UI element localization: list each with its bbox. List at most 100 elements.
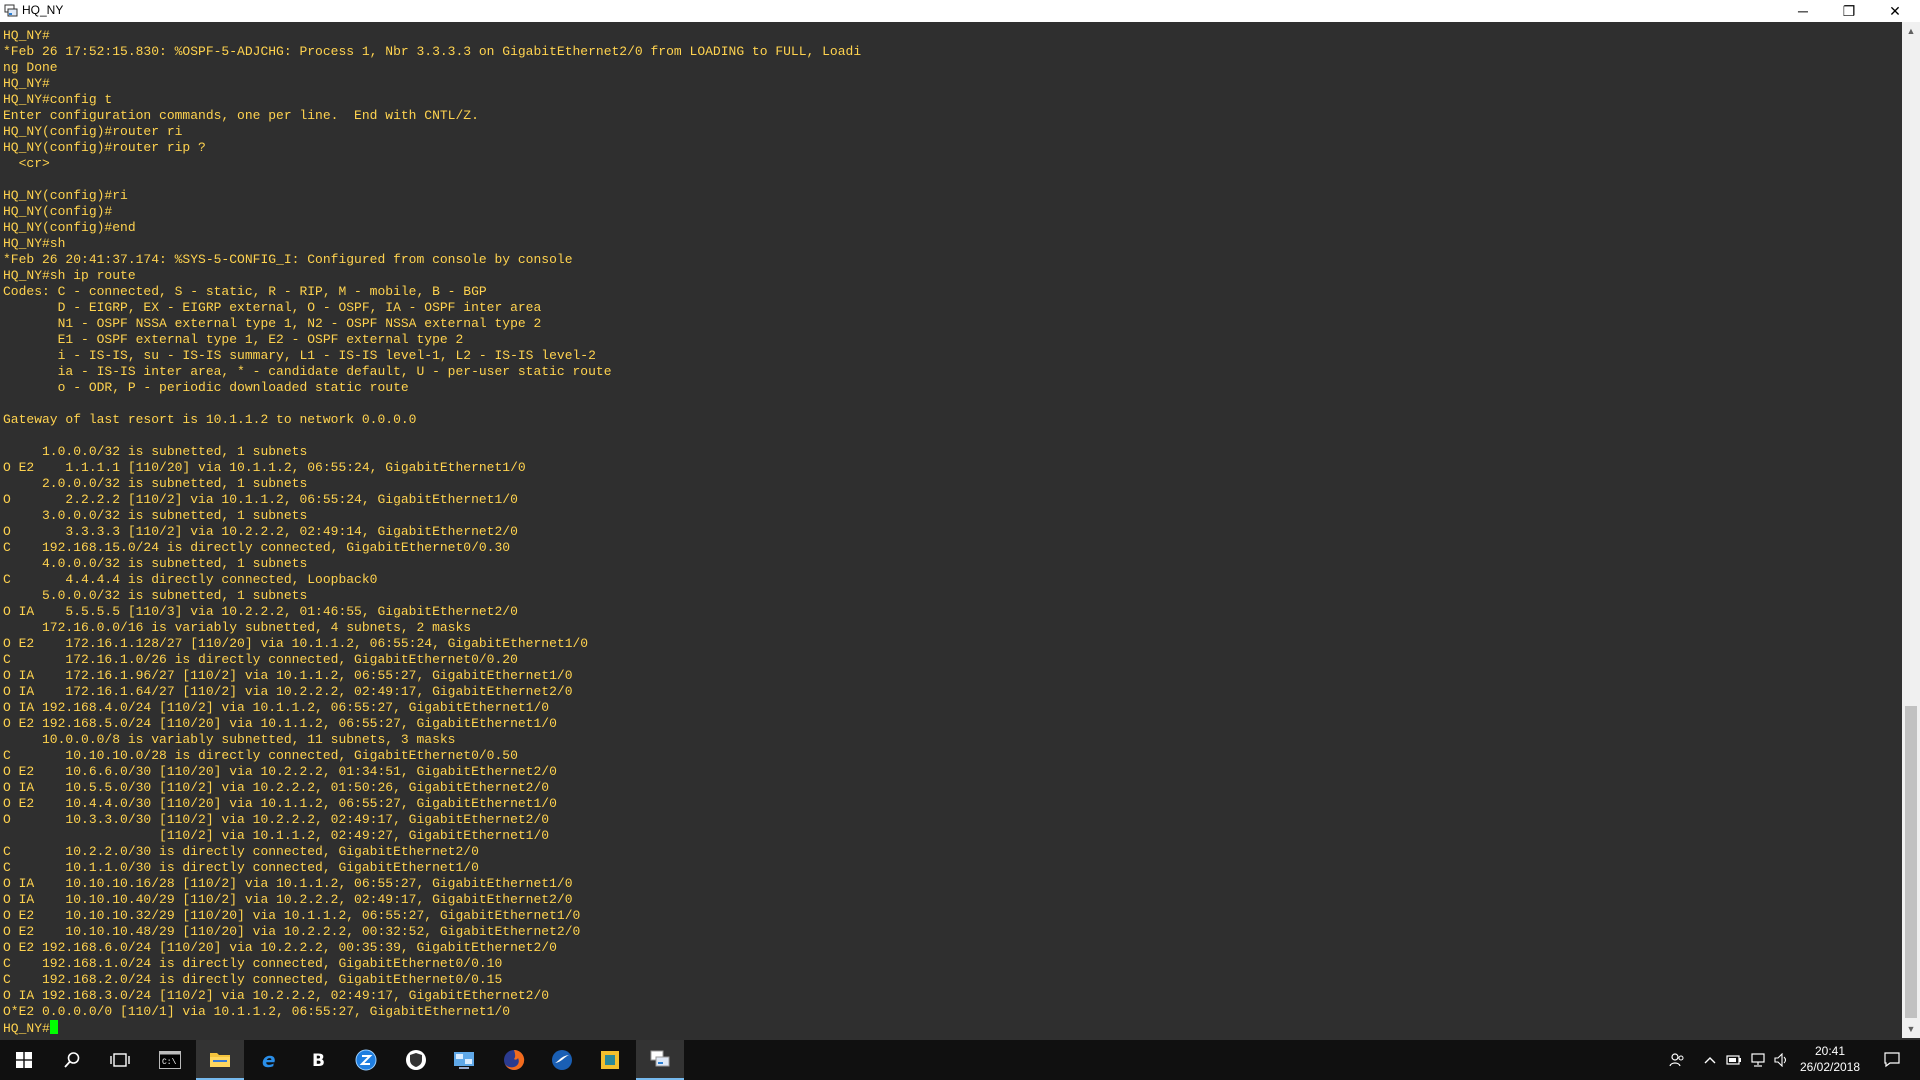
chevron-up-icon <box>1704 1057 1716 1064</box>
terminal-lines: HQ_NY# *Feb 26 17:52:15.830: %OSPF-5-ADJ… <box>3 28 861 1019</box>
terminal-line: O IA 10.10.10.40/29 [110/2] via 10.2.2.2… <box>3 892 573 907</box>
minimize-button[interactable]: ─ <box>1780 0 1826 22</box>
terminal-line: HQ_NY(config)#router ri <box>3 124 183 139</box>
terminal-line: 5.0.0.0/32 is subnetted, 1 subnets <box>3 588 308 603</box>
vertical-scrollbar[interactable]: ▲ ▼ <box>1902 22 1920 1038</box>
chevron-down-icon: ▼ <box>1906 1024 1916 1034</box>
close-icon: ✕ <box>1889 2 1901 19</box>
battery-icon <box>1726 1055 1741 1065</box>
terminal-line: C 192.168.1.0/24 is directly connected, … <box>3 956 503 971</box>
terminal-line: <cr> <box>3 156 50 171</box>
terminal-line: O E2 192.168.6.0/24 [110/20] via 10.2.2.… <box>3 940 557 955</box>
b-app-icon: B <box>312 1051 325 1071</box>
show-hidden-icons-button[interactable] <box>1700 1040 1720 1080</box>
terminal-line: 2.0.0.0/32 is subnetted, 1 subnets <box>3 476 308 491</box>
search-button[interactable] <box>48 1040 96 1080</box>
terminal-line: HQ_NY#config t <box>3 92 113 107</box>
terminal-line: HQ_NY(config)#ri <box>3 188 128 203</box>
start-button[interactable] <box>0 1040 48 1080</box>
terminal-line: 172.16.0.0/16 is variably subnetted, 4 s… <box>3 620 472 635</box>
taskbar-clock[interactable]: 20:41 26/02/2018 <box>1794 1043 1866 1075</box>
text-cursor <box>49 1020 58 1034</box>
restore-button[interactable]: ❐ <box>1826 0 1872 22</box>
terminal-line: ng Done <box>3 60 58 75</box>
terminal-line: o - ODR, P - periodic downloaded static … <box>3 380 409 395</box>
terminal-line: HQ_NY(config)# <box>3 204 113 219</box>
task-view-icon <box>110 1053 130 1067</box>
terminal-line: ia - IS-IS inter area, * - candidate def… <box>3 364 612 379</box>
terminal-line: C 192.168.2.0/24 is directly connected, … <box>3 972 503 987</box>
terminal-line: O IA 10.10.10.16/28 [110/2] via 10.1.1.2… <box>3 876 573 891</box>
terminal-line: O E2 10.10.10.32/29 [110/20] via 10.1.1.… <box>3 908 581 923</box>
taskbar-blue-circle-app[interactable] <box>342 1040 390 1080</box>
firefox-icon <box>504 1049 525 1070</box>
terminal-line: HQ_NY(config)#end <box>3 220 136 235</box>
taskbar-network-app[interactable] <box>440 1040 488 1080</box>
terminal-line: O 3.3.3.3 [110/2] via 10.2.2.2, 02:49:14… <box>3 524 518 539</box>
scrollbar-thumb[interactable] <box>1905 706 1917 1018</box>
people-icon <box>1669 1053 1684 1067</box>
shield-app-icon <box>406 1050 426 1070</box>
terminal-output[interactable]: HQ_NY# *Feb 26 17:52:15.830: %OSPF-5-ADJ… <box>0 22 1902 1037</box>
speaker-icon <box>1774 1053 1787 1067</box>
terminal-line: O E2 172.16.1.128/27 [110/20] via 10.1.1… <box>3 636 589 651</box>
terminal-line: *Feb 26 20:41:37.174: %SYS-5-CONFIG_I: C… <box>3 252 573 267</box>
taskbar-terminal-session[interactable] <box>636 1040 684 1080</box>
clock-time: 20:41 <box>1814 1044 1846 1058</box>
edge-browser-icon: e <box>262 1049 276 1071</box>
volume-button[interactable] <box>1772 1040 1792 1080</box>
minimize-icon: ─ <box>1798 3 1808 19</box>
taskbar-shield-app[interactable] <box>392 1040 440 1080</box>
network-status-button[interactable] <box>1748 1040 1768 1080</box>
terminal-line: O 10.3.3.0/30 [110/2] via 10.2.2.2, 02:4… <box>3 812 550 827</box>
yellow-app-icon <box>601 1051 619 1069</box>
task-view-button[interactable] <box>96 1040 144 1080</box>
terminal-line: i - IS-IS, su - IS-IS summary, L1 - IS-I… <box>3 348 596 363</box>
terminal-line: O IA 10.5.5.0/30 [110/2] via 10.2.2.2, 0… <box>3 780 550 795</box>
taskbar-wireshark[interactable] <box>538 1040 586 1080</box>
terminal-window[interactable]: HQ_NY# *Feb 26 17:52:15.830: %OSPF-5-ADJ… <box>0 22 1902 1038</box>
terminal-line: HQ_NY# <box>3 76 50 91</box>
window-title-bar[interactable]: HQ_NY ─ ❐ ✕ <box>0 0 1920 23</box>
scroll-up-button[interactable]: ▲ <box>1902 22 1920 40</box>
terminal-line: *Feb 26 17:52:15.830: %OSPF-5-ADJCHG: Pr… <box>3 44 862 59</box>
terminal-line: D - EIGRP, EX - EIGRP external, O - OSPF… <box>3 300 542 315</box>
taskbar-b-app[interactable]: B <box>294 1040 342 1080</box>
terminal-line: C 10.1.1.0/30 is directly connected, Gig… <box>3 860 479 875</box>
svg-text:B: B <box>312 1051 325 1071</box>
blue-circle-app-icon <box>355 1049 377 1071</box>
terminal-line: HQ_NY(config)#router rip ? <box>3 140 206 155</box>
terminal-line: O IA 5.5.5.5 [110/3] via 10.2.2.2, 01:46… <box>3 604 518 619</box>
terminal-line: O E2 10.4.4.0/30 [110/20] via 10.1.1.2, … <box>3 796 557 811</box>
people-button[interactable] <box>1664 1040 1690 1080</box>
command-prompt-icon: C:\ <box>159 1051 181 1069</box>
network-app-icon <box>454 1052 474 1069</box>
taskbar-yellow-app[interactable] <box>586 1040 634 1080</box>
terminal-line: HQ_NY#sh <box>3 236 66 251</box>
window-title: HQ_NY <box>22 3 64 17</box>
taskbar: C:\ e B 20:41 26/02/2018 <box>0 1040 1920 1080</box>
terminal-line: O*E2 0.0.0.0/0 [110/1] via 10.1.1.2, 06:… <box>3 1004 511 1019</box>
taskbar-command-prompt[interactable]: C:\ <box>146 1040 194 1080</box>
wireshark-icon <box>552 1050 572 1070</box>
taskbar-firefox[interactable] <box>490 1040 538 1080</box>
terminal-app-icon <box>4 3 18 17</box>
terminal-line: O E2 1.1.1.1 [110/20] via 10.1.1.2, 06:5… <box>3 460 526 475</box>
terminal-line: Codes: C - connected, S - static, R - RI… <box>3 284 487 299</box>
taskbar-edge[interactable]: e <box>246 1040 294 1080</box>
battery-button[interactable] <box>1724 1040 1744 1080</box>
terminal-line: O 2.2.2.2 [110/2] via 10.1.1.2, 06:55:24… <box>3 492 518 507</box>
restore-icon: ❐ <box>1842 2 1856 19</box>
taskbar-file-explorer[interactable] <box>196 1040 244 1080</box>
action-center-button[interactable] <box>1872 1040 1912 1080</box>
search-icon <box>64 1052 80 1068</box>
terminal-line: 1.0.0.0/32 is subnetted, 1 subnets <box>3 444 308 459</box>
terminal-line: C 172.16.1.0/26 is directly connected, G… <box>3 652 518 667</box>
terminal-line: 10.0.0.0/8 is variably subnetted, 11 sub… <box>3 732 456 747</box>
scroll-down-button[interactable]: ▼ <box>1902 1020 1920 1038</box>
close-button[interactable]: ✕ <box>1872 0 1918 22</box>
chevron-up-icon: ▲ <box>1906 26 1916 36</box>
terminal-session-icon <box>650 1050 670 1067</box>
terminal-line: O IA 192.168.3.0/24 [110/2] via 10.2.2.2… <box>3 988 550 1003</box>
terminal-line: N1 - OSPF NSSA external type 1, N2 - OSP… <box>3 316 542 331</box>
